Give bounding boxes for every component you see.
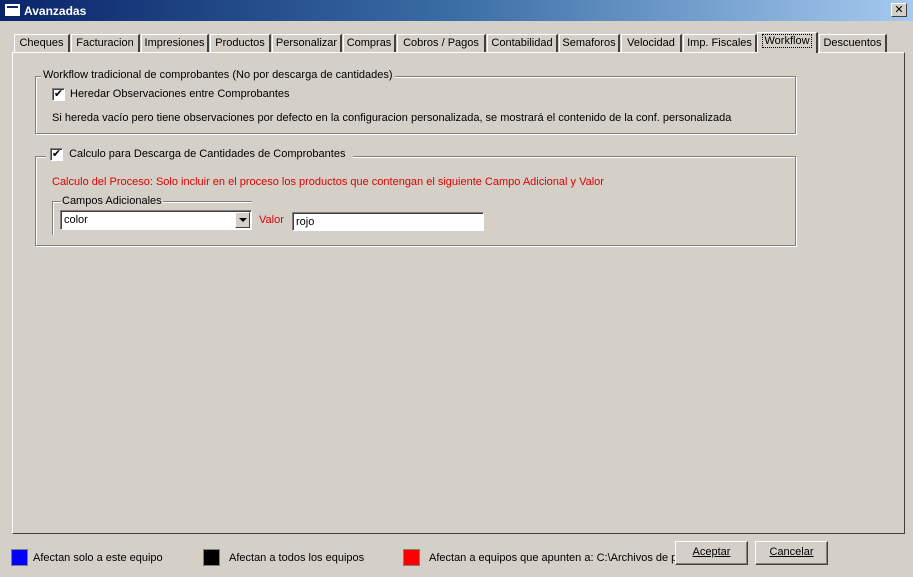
valor-label: Valor bbox=[259, 214, 284, 226]
tab-productos[interactable]: Productos bbox=[210, 34, 271, 52]
tab-semaforos[interactable]: Semaforos bbox=[559, 34, 620, 52]
tab-compras[interactable]: Compras bbox=[343, 34, 396, 52]
tab-cobros-pagos[interactable]: Cobros / Pagos bbox=[397, 34, 486, 52]
tab-facturacion[interactable]: Facturacion bbox=[71, 34, 140, 52]
legend-este-equipo: Afectan solo a este equipo bbox=[33, 552, 163, 564]
campo-adicional-select[interactable]: color bbox=[60, 210, 252, 230]
chevron-down-icon[interactable] bbox=[235, 212, 250, 228]
campos-adicionales-label: Campos Adicionales bbox=[61, 195, 163, 207]
workflow-description: Si hereda vacío pero tiene observaciones… bbox=[52, 112, 732, 124]
calculo-group: ✔ Calculo para Descarga de Cantidades de… bbox=[35, 148, 796, 246]
tab-workflow[interactable]: Workflow bbox=[757, 32, 818, 53]
calculo-info-text: Calculo del Proceso: Solo incluir en el … bbox=[52, 176, 604, 188]
tab-personalizar[interactable]: Personalizar bbox=[272, 34, 342, 52]
close-button[interactable]: ✕ bbox=[891, 3, 907, 17]
blue-legend-swatch bbox=[11, 549, 28, 566]
workflow-group-legend: Workflow tradicional de comprobantes (No… bbox=[41, 69, 395, 81]
aceptar-button[interactable]: Aceptar bbox=[675, 541, 748, 565]
valor-input[interactable] bbox=[292, 212, 484, 231]
cancelar-button[interactable]: Cancelar bbox=[755, 541, 828, 565]
tab-contabilidad[interactable]: Contabilidad bbox=[487, 34, 558, 52]
title-bar: Avanzadas ✕ bbox=[0, 0, 913, 21]
calculo-descarga-label: Calculo para Descarga de Cantidades de C… bbox=[69, 148, 346, 161]
tab-impresiones[interactable]: Impresiones bbox=[141, 34, 209, 52]
calculo-descarga-checkbox[interactable]: ✔ bbox=[50, 148, 63, 161]
black-legend-swatch bbox=[203, 549, 220, 566]
legend-todos-equipos: Afectan a todos los equipos bbox=[229, 552, 365, 564]
campo-adicional-value: color bbox=[64, 214, 88, 226]
legend-equipos-ruta: Afectan a equipos que apunten a: C:\Arch… bbox=[429, 552, 678, 564]
calculo-group-legend: ✔ Calculo para Descarga de Cantidades de… bbox=[46, 148, 354, 161]
window-app-icon bbox=[5, 4, 20, 16]
workflow-group: Workflow tradicional de comprobantes (No… bbox=[35, 69, 796, 134]
window-title: Avanzadas bbox=[24, 4, 87, 18]
heredar-observaciones-label: Heredar Observaciones entre Comprobantes bbox=[70, 88, 290, 100]
tab-imp-fiscales[interactable]: Imp. Fiscales bbox=[683, 34, 757, 52]
tab-cheques[interactable]: Cheques bbox=[14, 34, 70, 52]
tab-velocidad[interactable]: Velocidad bbox=[621, 34, 682, 52]
tab-descuentos[interactable]: Descuentos bbox=[819, 34, 887, 52]
campos-adicionales-frame: Campos Adicionales color bbox=[52, 195, 252, 235]
workflow-panel: Workflow tradicional de comprobantes (No… bbox=[12, 52, 905, 534]
red-legend-swatch bbox=[403, 549, 420, 566]
heredar-observaciones-checkbox[interactable]: ✔ bbox=[52, 88, 65, 101]
